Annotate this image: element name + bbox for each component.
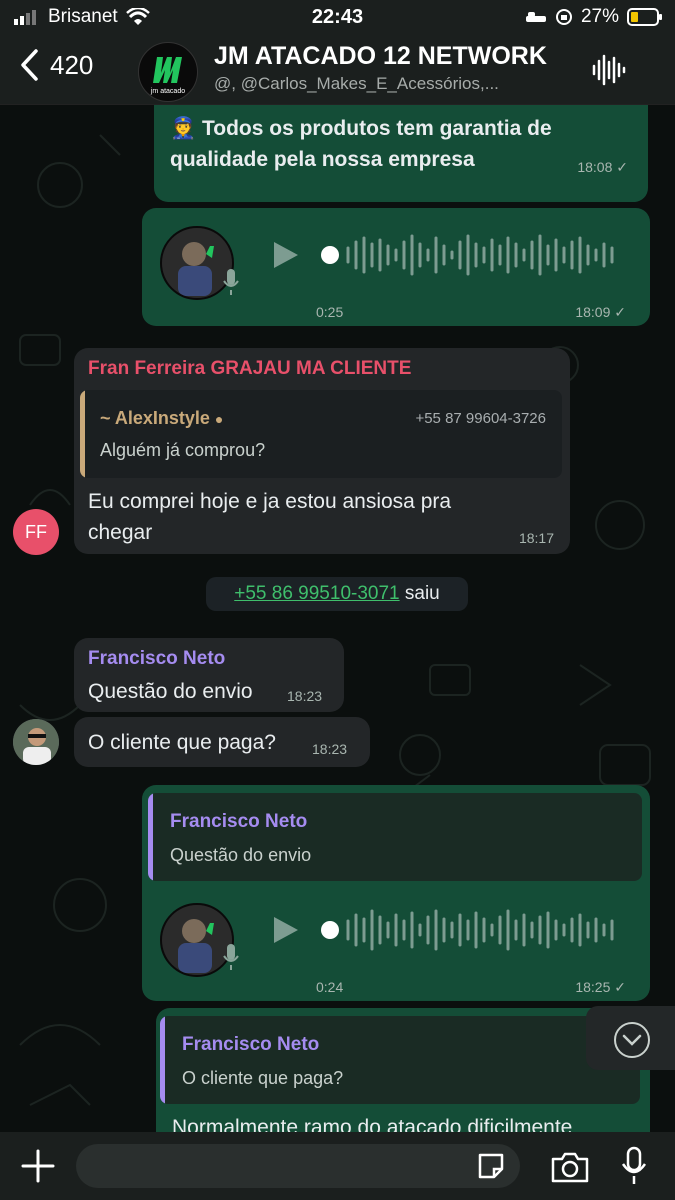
- rotation-lock-icon: [555, 9, 572, 25]
- quoted-message[interactable]: Francisco Neto O cliente que paga?: [160, 1016, 640, 1104]
- sticker-icon[interactable]: [476, 1151, 506, 1181]
- audio-wave-icon[interactable]: [588, 50, 628, 90]
- message-incoming-francisco-2[interactable]: O cliente que paga? 18:23: [74, 717, 370, 767]
- message-time: 18:08 ✓: [577, 159, 628, 175]
- message-text: O cliente que paga?: [88, 731, 276, 754]
- voice-duration: 0:25: [316, 304, 344, 320]
- back-button[interactable]: 420: [18, 48, 93, 82]
- sender-name[interactable]: Fran Ferreira GRAJAU MA CLIENTE: [88, 358, 411, 380]
- message-time: 18:09 ✓: [575, 304, 626, 320]
- message-text: Eu comprei hoje e ja estou ansiosa pra c…: [88, 490, 452, 544]
- quote-phone: +55 87 99604-3726: [415, 410, 546, 427]
- system-action: saiu: [399, 583, 440, 604]
- unread-count: 420: [50, 49, 94, 80]
- quote-sender-name: ~ AlexInstyle: [100, 408, 215, 428]
- back-chevron-icon: [21, 49, 38, 81]
- system-message-left: +55 86 99510-3071 saiu: [206, 577, 468, 611]
- chat-members[interactable]: @, @Carlos_Makes_E_Acessórios,...: [214, 74, 554, 94]
- chevron-down-icon: [614, 1022, 650, 1058]
- voice-message-1[interactable]: 0:25 18:09 ✓: [142, 208, 650, 326]
- message-time: 18:23: [287, 688, 323, 704]
- quoted-message[interactable]: ~ AlexInstyle ● +55 87 99604-3726 Alguém…: [80, 390, 562, 478]
- chat-area[interactable]: 👮 Todos os produtos tem garantia de qual…: [0, 105, 675, 1132]
- message-time: 18:23: [312, 741, 348, 757]
- quote-sender: ~ AlexInstyle ●: [100, 408, 223, 429]
- quote-text: Alguém já comprou?: [100, 440, 266, 460]
- voice-waveform[interactable]: [318, 895, 628, 965]
- quoted-message[interactable]: Francisco Neto Questão do envio: [148, 793, 642, 881]
- mic-icon: [223, 944, 239, 970]
- quote-bar: [148, 793, 153, 881]
- quote-text: O cliente que paga?: [182, 1068, 344, 1088]
- battery-icon: [627, 8, 662, 26]
- status-right: 27%: [525, 6, 663, 28]
- jm-logo: jm atacado: [150, 57, 185, 95]
- composer-bar: [0, 1132, 675, 1200]
- quote-text: Questão do envio: [170, 845, 312, 865]
- message-input[interactable]: [76, 1144, 520, 1188]
- message-text: Questão do envio: [88, 680, 253, 703]
- play-icon[interactable]: [270, 240, 300, 270]
- bed-icon: [525, 12, 546, 22]
- apple-icon: ●: [214, 411, 224, 427]
- chat-title[interactable]: JM ATACADO 12 NETWORK: [214, 42, 547, 71]
- quote-bar: [80, 390, 85, 478]
- message-text: 👮 Todos os produtos tem garantia de qual…: [170, 117, 552, 171]
- system-phone-link[interactable]: +55 86 99510-3071: [234, 583, 399, 604]
- message-outgoing-7[interactable]: Francisco Neto O cliente que paga? Norma…: [156, 1008, 650, 1132]
- sender-avatar-francisco[interactable]: [13, 719, 59, 765]
- sender-avatar-ff[interactable]: FF: [13, 509, 59, 555]
- group-avatar[interactable]: jm atacado: [138, 42, 198, 102]
- profile-photo: [13, 719, 59, 765]
- chat-header: 420 jm atacado JM ATACADO 12 NETWORK @, …: [0, 36, 675, 105]
- logo-text: jm atacado: [150, 88, 185, 95]
- microphone-icon[interactable]: [620, 1146, 648, 1186]
- quote-bar: [160, 1016, 165, 1104]
- mic-icon: [223, 269, 239, 295]
- message-time: 18:25 ✓: [575, 979, 626, 995]
- voice-duration: 0:24: [316, 979, 344, 995]
- voice-waveform[interactable]: [318, 220, 628, 290]
- message-outgoing-1[interactable]: 👮 Todos os produtos tem garantia de qual…: [154, 105, 648, 202]
- scroll-down-button[interactable]: [586, 1006, 675, 1070]
- message-incoming-francisco-1[interactable]: Francisco Neto Questão do envio 18:23: [74, 638, 344, 712]
- sender-name[interactable]: Francisco Neto: [88, 648, 225, 670]
- status-bar: Brisanet 22:43 27%: [0, 0, 675, 36]
- camera-icon[interactable]: [550, 1150, 590, 1184]
- plus-icon[interactable]: [20, 1148, 56, 1184]
- message-text: Normalmente ramo do atacado dificilmente: [172, 1116, 573, 1132]
- battery-percent: 27%: [580, 6, 619, 27]
- message-incoming-fran[interactable]: Fran Ferreira GRAJAU MA CLIENTE ~ AlexIn…: [74, 348, 570, 554]
- quote-sender: Francisco Neto: [182, 1034, 320, 1055]
- quote-sender: Francisco Neto: [170, 811, 308, 832]
- message-time: 18:17: [518, 530, 554, 546]
- voice-message-2[interactable]: Francisco Neto Questão do envio 0:24 18:…: [142, 785, 650, 1001]
- play-icon[interactable]: [270, 915, 300, 945]
